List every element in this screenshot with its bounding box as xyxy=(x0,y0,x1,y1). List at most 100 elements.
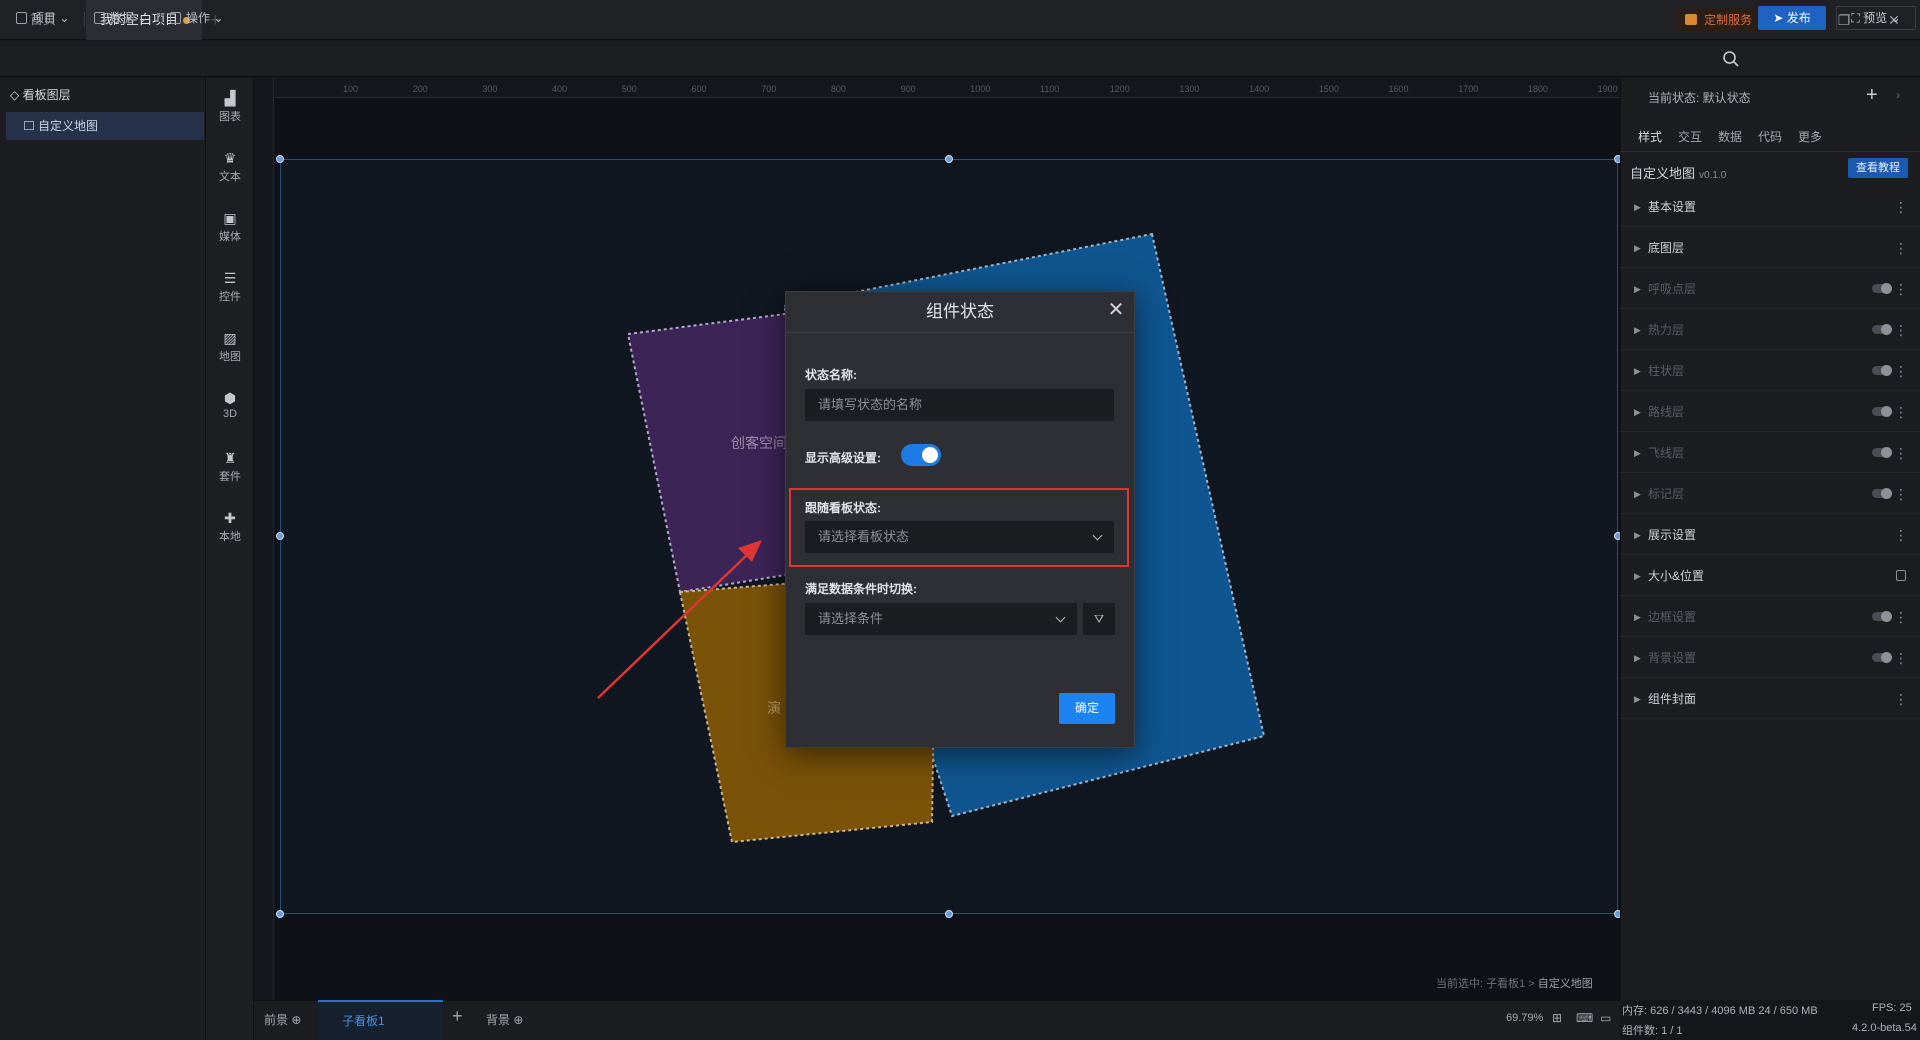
grid-icon xyxy=(170,12,181,24)
advanced-settings-label: 显示高级设置: xyxy=(805,451,881,465)
iconbar-label: 图表 xyxy=(219,111,241,123)
close-icon[interactable]: ✕ xyxy=(1104,298,1128,322)
more-options-icon[interactable]: ⋮ xyxy=(1894,310,1908,350)
more-options-icon[interactable]: ⋮ xyxy=(1894,679,1908,719)
fit-screen-icon[interactable]: ⊞ xyxy=(1552,1011,1562,1025)
tab-style[interactable]: 样式 xyxy=(1638,128,1662,145)
section-11[interactable]: ▶ 背景设置 ⋮ xyxy=(1620,638,1920,678)
caret-right-icon: ▶ xyxy=(1634,448,1641,458)
caret-right-icon: ▶ xyxy=(1634,694,1641,704)
subboard-tab[interactable]: 子看板1 xyxy=(318,1000,443,1040)
fullscreen-icon: ⛶ xyxy=(1851,11,1864,25)
selection-target[interactable]: 自定义地图 xyxy=(1538,978,1593,990)
menu-data[interactable]: 数据 ⌄ xyxy=(92,8,147,28)
search-icon[interactable] xyxy=(1722,50,1740,68)
confirm-button[interactable]: 确定 xyxy=(1059,693,1115,724)
section-6[interactable]: ▶ 飞线层 ⋮ xyxy=(1620,433,1920,473)
more-options-icon[interactable]: ⋮ xyxy=(1894,187,1908,227)
background-tab[interactable]: 背景 ⊕ xyxy=(486,1011,523,1028)
tab-code[interactable]: 代码 xyxy=(1758,128,1782,145)
iconbar-media[interactable]: ▣ 媒体 xyxy=(206,210,254,244)
layers-icon: ◇ xyxy=(10,88,23,102)
tab-interaction[interactable]: 交互 xyxy=(1678,128,1702,145)
board-state-select[interactable]: 请选择看板状态 xyxy=(805,521,1114,553)
iconbar-label: 套件 xyxy=(219,471,241,483)
iconbar-local[interactable]: ✚ 本地 xyxy=(206,510,254,544)
zoom-level[interactable]: 69.79% xyxy=(1506,1012,1543,1024)
keyboard-icon[interactable]: ⌨ xyxy=(1576,1011,1593,1025)
section-8[interactable]: ▶ 展示设置 ⋮ xyxy=(1620,515,1920,555)
menu-operate[interactable]: 操作 ⌄ xyxy=(168,8,223,28)
iconbar-control[interactable]: ☰ 控件 xyxy=(206,270,254,304)
section-7[interactable]: ▶ 标记层 ⋮ xyxy=(1620,474,1920,514)
section-toggle[interactable] xyxy=(1872,406,1892,417)
section-toggle[interactable] xyxy=(1872,488,1892,499)
add-subboard-icon[interactable]: + xyxy=(452,1006,463,1027)
section-4[interactable]: ▶ 柱状层 ⋮ xyxy=(1620,351,1920,391)
ruler-tick-label: 1500 xyxy=(1318,84,1339,94)
section-label: 飞线层 xyxy=(1648,446,1685,460)
section-12[interactable]: ▶ 组件封面 ⋮ xyxy=(1620,679,1920,719)
iconbar-map[interactable]: ▨ 地图 xyxy=(206,330,254,364)
more-options-icon[interactable]: ⋮ xyxy=(1894,351,1908,391)
menu-project[interactable]: 项目 ⌄ xyxy=(14,8,69,28)
section-toggle[interactable] xyxy=(1872,447,1892,458)
section-toggle[interactable] xyxy=(1872,365,1892,376)
section-toggle[interactable] xyxy=(1872,283,1892,294)
view-tutorial-button[interactable]: 查看教程 xyxy=(1848,158,1908,178)
condition-filter-button[interactable]: ⛛ xyxy=(1083,603,1115,635)
section-label: 底图层 xyxy=(1648,241,1685,255)
iconbar-label: 地图 xyxy=(219,351,241,363)
advanced-settings-toggle[interactable] xyxy=(901,444,941,466)
add-circle-icon[interactable]: ⊕ xyxy=(513,1013,523,1027)
state-name-input[interactable]: 请填写状态的名称 xyxy=(805,389,1114,421)
section-3[interactable]: ▶ 热力层 ⋮ xyxy=(1620,310,1920,350)
lock-icon[interactable] xyxy=(1896,570,1906,581)
more-options-icon[interactable]: ⋮ xyxy=(1894,515,1908,555)
more-options-icon[interactable]: ⋮ xyxy=(1894,433,1908,473)
tab-more[interactable]: 更多 xyxy=(1798,128,1822,145)
more-options-icon[interactable]: ⋮ xyxy=(1894,392,1908,432)
foreground-tab[interactable]: 前景 ⊕ xyxy=(264,1011,301,1028)
section-toggle[interactable] xyxy=(1872,652,1892,663)
add-state-icon[interactable]: + xyxy=(1866,84,1878,107)
section-toggle[interactable] xyxy=(1872,611,1892,622)
condition-select[interactable]: 请选择条件 xyxy=(805,603,1077,635)
iconbar-text[interactable]: ♛ 文本 xyxy=(206,150,254,184)
add-circle-icon[interactable]: ⊕ xyxy=(291,1013,301,1027)
iconbar-chart[interactable]: ▟ 图表 xyxy=(206,90,254,124)
publish-button[interactable]: ➤ 发布 xyxy=(1758,6,1826,30)
ruler-tick-label: 700 xyxy=(761,84,777,94)
subboard-label: 子看板1 xyxy=(342,1014,385,1028)
section-label: 大小&位置 xyxy=(1648,569,1705,583)
ruler-tick-label: 100 xyxy=(343,84,359,94)
section-1[interactable]: ▶ 底图层 ⋮ xyxy=(1620,228,1920,268)
iconbar-kit[interactable]: ♜ 套件 xyxy=(206,450,254,484)
layer-item-label: 自定义地图 xyxy=(38,119,99,133)
section-9[interactable]: ▶ 大小&位置 xyxy=(1620,556,1920,596)
iconbar-3d[interactable]: ⬢ 3D xyxy=(206,390,254,420)
section-toggle[interactable] xyxy=(1872,324,1892,335)
custom-service-button[interactable]: 定制服务 xyxy=(1676,8,1763,32)
publish-label: 发布 xyxy=(1786,11,1811,25)
caret-right-icon: ▶ xyxy=(1634,202,1641,212)
section-10[interactable]: ▶ 边框设置 ⋮ xyxy=(1620,597,1920,637)
console-icon[interactable]: ▭ xyxy=(1600,1011,1611,1025)
more-options-icon[interactable]: ⋮ xyxy=(1894,638,1908,678)
preview-button[interactable]: ⛶ 预览 ⌄ xyxy=(1836,6,1916,30)
section-label: 标记层 xyxy=(1648,487,1685,501)
menu-operate-label: 操作 xyxy=(186,11,211,25)
section-5[interactable]: ▶ 路线层 ⋮ xyxy=(1620,392,1920,432)
section-2[interactable]: ▶ 呼吸点层 ⋮ xyxy=(1620,269,1920,309)
toolbar-divider xyxy=(160,12,161,26)
chevron-right-icon[interactable]: › xyxy=(1896,88,1900,102)
more-options-icon[interactable]: ⋮ xyxy=(1894,228,1908,268)
tab-data[interactable]: 数据 xyxy=(1718,128,1742,145)
ruler-tick-label: 1100 xyxy=(1040,84,1060,94)
more-options-icon[interactable]: ⋮ xyxy=(1894,597,1908,637)
more-options-icon[interactable]: ⋮ xyxy=(1894,269,1908,309)
component-name: 自定义地图 xyxy=(1630,166,1696,181)
more-options-icon[interactable]: ⋮ xyxy=(1894,474,1908,514)
section-0[interactable]: ▶ 基本设置 ⋮ xyxy=(1620,187,1920,227)
layer-item-custom-map[interactable]: 自定义地图 xyxy=(6,112,204,140)
